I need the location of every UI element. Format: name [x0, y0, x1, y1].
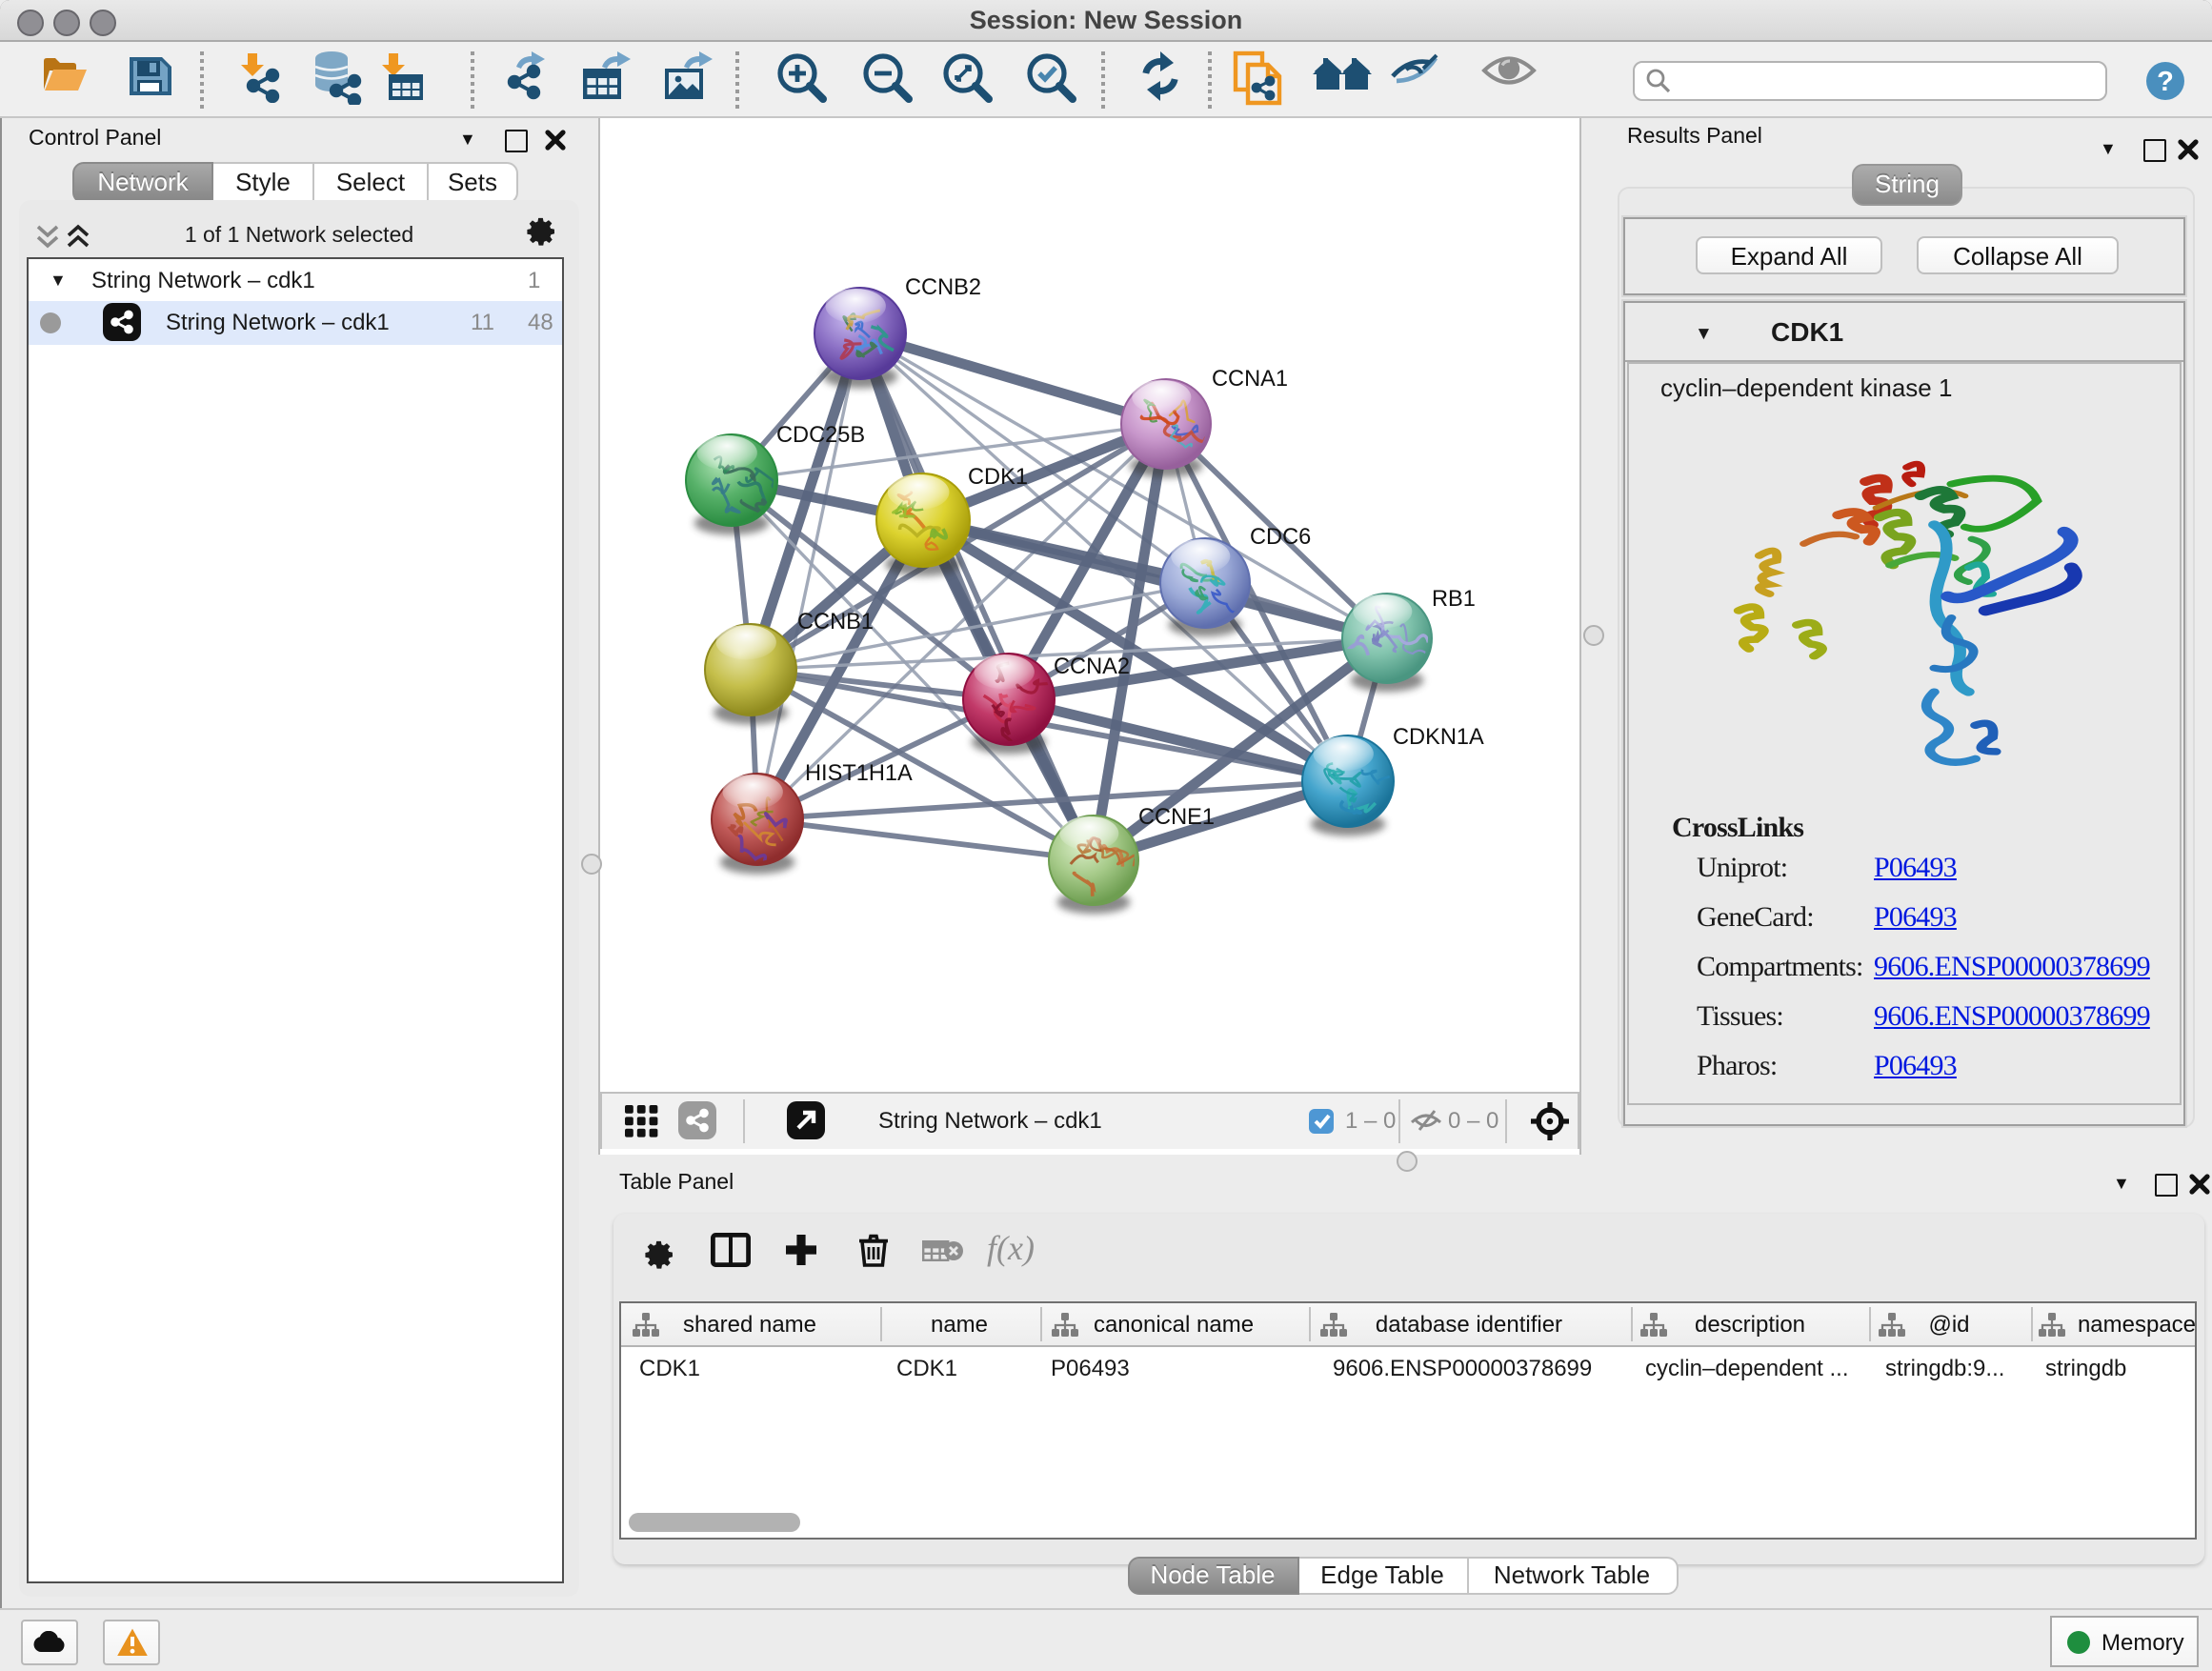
svg-text:CCNE1: CCNE1 — [1138, 805, 1215, 830]
svg-text:RB1: RB1 — [1432, 587, 1476, 612]
svg-text:CCNA2: CCNA2 — [1054, 654, 1130, 679]
svg-text:CDKN1A: CDKN1A — [1393, 725, 1484, 750]
svg-text:?: ? — [2157, 67, 2174, 97]
svg-text:CDC6: CDC6 — [1250, 525, 1311, 550]
svg-text:HIST1H1A: HIST1H1A — [805, 761, 913, 786]
svg-text:CDC25B: CDC25B — [776, 423, 865, 448]
svg-text:CDK1: CDK1 — [968, 465, 1028, 490]
svg-text:CCNA1: CCNA1 — [1212, 367, 1288, 392]
svg-text:CCNB2: CCNB2 — [905, 275, 981, 300]
svg-text:CCNB1: CCNB1 — [797, 610, 874, 634]
